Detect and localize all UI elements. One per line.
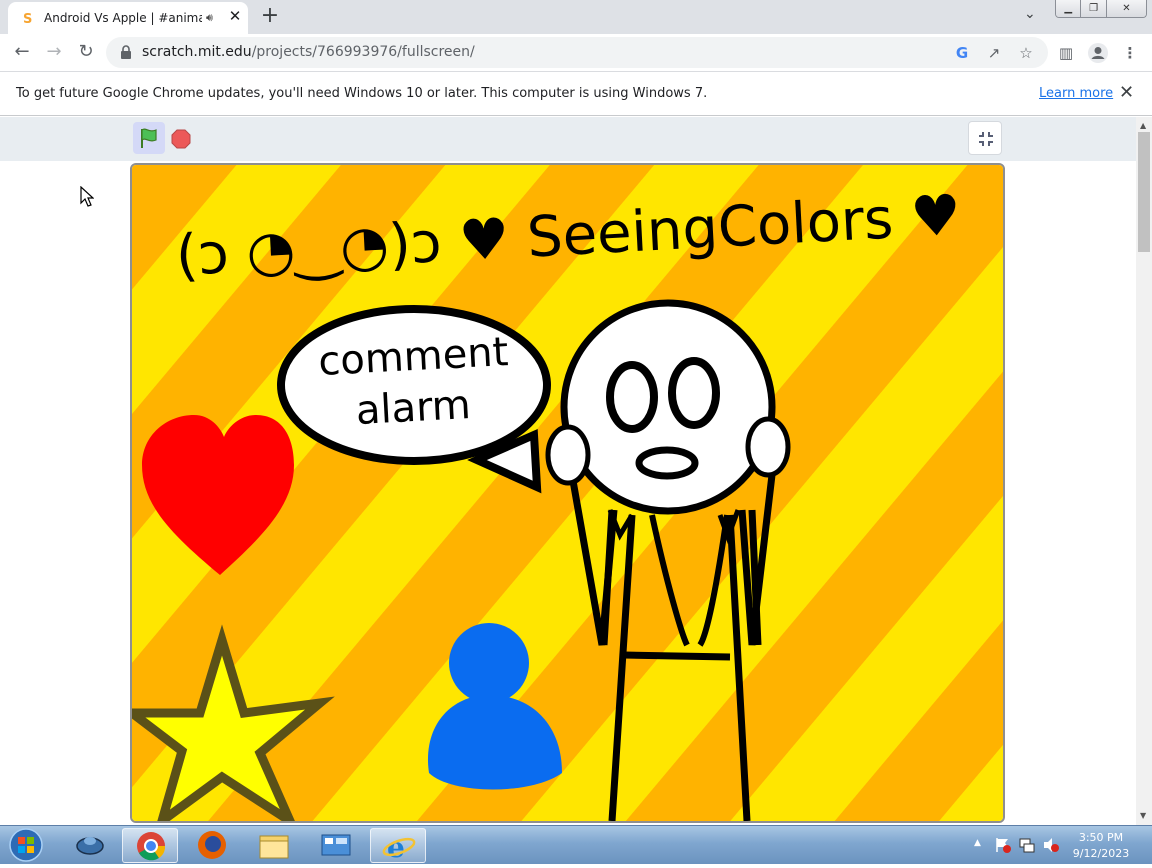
tab-strip: S Android Vs Apple | #animatio 🔊︎ ✕ + ⌄ … xyxy=(0,0,1152,34)
scrollbar-thumb[interactable] xyxy=(1138,132,1150,252)
svg-text:S: S xyxy=(23,12,32,26)
star-icon[interactable]: ☆ xyxy=(1016,43,1036,63)
page-scrollbar[interactable]: ▲ ▼ xyxy=(1136,117,1152,825)
speech-line-2: alarm xyxy=(355,382,472,434)
infobar-message: To get future Google Chrome updates, you… xyxy=(16,86,708,101)
green-flag-button[interactable] xyxy=(133,122,165,154)
profile-icon[interactable] xyxy=(1087,42,1109,64)
project-stage[interactable]: (ɔ ◔‿◔)ɔ ♥ SeeingColors ♥ comment alarm xyxy=(130,163,1005,823)
tab-title: Android Vs Apple | #animatio xyxy=(44,11,202,25)
windows-taskbar: e ▲ 3:50 PM 9/12/2023 xyxy=(0,825,1152,864)
address-bar[interactable]: scratch.mit.edu/projects/766993976/fulls… xyxy=(106,37,1048,68)
show-hidden-icons-button[interactable]: ▲ xyxy=(974,838,981,848)
scroll-down-icon[interactable]: ▼ xyxy=(1140,811,1146,820)
taskbar-app-control-panel[interactable] xyxy=(308,828,364,863)
exit-fullscreen-button[interactable] xyxy=(968,121,1002,155)
google-icon[interactable]: G xyxy=(952,43,972,63)
minimize-button[interactable]: ▁ xyxy=(1056,0,1082,17)
taskbar-app-unknown[interactable] xyxy=(62,828,118,863)
internet-explorer-icon: e xyxy=(382,831,416,864)
forward-icon[interactable]: → xyxy=(42,40,66,64)
start-button[interactable] xyxy=(4,827,48,863)
green-flag-icon xyxy=(141,128,157,148)
network-icon[interactable] xyxy=(1018,836,1036,854)
new-tab-button[interactable]: + xyxy=(258,3,282,28)
share-icon[interactable]: ↗ xyxy=(984,43,1004,63)
tab-close-button[interactable]: ✕ xyxy=(226,7,244,25)
mouse-cursor-icon xyxy=(80,186,94,207)
audio-playing-icon[interactable]: 🔊︎ xyxy=(206,11,213,25)
firefox-icon xyxy=(198,831,226,859)
clock-time: 3:50 PM xyxy=(1078,831,1124,844)
tab-search-icon[interactable]: ⌄ xyxy=(1024,6,1036,22)
infobar-close-button[interactable]: ✕ xyxy=(1119,82,1134,103)
taskbar-app-internet-explorer[interactable]: e xyxy=(370,828,426,864)
update-infobar: To get future Google Chrome updates, you… xyxy=(0,71,1152,116)
taskbar-app-explorer[interactable] xyxy=(246,828,302,863)
folder-icon xyxy=(259,835,289,859)
taskbar-app-chrome[interactable] xyxy=(122,828,178,863)
reload-icon[interactable]: ↻ xyxy=(74,40,98,64)
taskbar-app-firefox[interactable] xyxy=(184,828,240,863)
scroll-up-icon[interactable]: ▲ xyxy=(1140,121,1146,130)
taskbar-clock[interactable]: 3:50 PM 9/12/2023 xyxy=(1066,830,1136,862)
control-panel-icon xyxy=(321,834,351,856)
scratch-favicon-icon: S xyxy=(23,12,32,26)
scratch-controls-bar xyxy=(0,117,1136,161)
menu-icon[interactable]: ⋮ xyxy=(1119,42,1141,64)
back-icon[interactable]: ← xyxy=(10,40,34,64)
clock-date: 9/12/2023 xyxy=(1072,847,1130,860)
window-controls: ▁ ❐ ✕ xyxy=(1055,0,1147,18)
exit-fullscreen-icon xyxy=(979,132,993,146)
restore-button[interactable]: ❐ xyxy=(1081,0,1107,17)
svg-text:e: e xyxy=(387,831,405,864)
learn-more-link[interactable]: Learn more xyxy=(1039,86,1113,101)
chrome-icon xyxy=(137,832,166,861)
url-text: scratch.mit.edu/projects/766993976/fulls… xyxy=(142,44,475,60)
sidepanel-icon[interactable]: ▥ xyxy=(1055,42,1077,64)
browser-toolbar: ← → ↻ scratch.mit.edu/projects/766993976… xyxy=(0,34,1152,71)
browser-tab[interactable]: S Android Vs Apple | #animatio 🔊︎ ✕ xyxy=(8,2,248,34)
app-icon xyxy=(76,837,104,855)
page-content: (ɔ ◔‿◔)ɔ ♥ SeeingColors ♥ comment alarm xyxy=(0,117,1136,825)
stop-sign-icon[interactable] xyxy=(171,129,191,149)
stage-canvas: (ɔ ◔‿◔)ɔ ♥ SeeingColors ♥ comment alarm xyxy=(132,165,1003,821)
volume-muted-icon[interactable] xyxy=(1042,836,1060,854)
close-window-button[interactable]: ✕ xyxy=(1106,0,1146,17)
lock-icon xyxy=(121,45,131,59)
action-center-flag-icon[interactable] xyxy=(994,836,1012,854)
